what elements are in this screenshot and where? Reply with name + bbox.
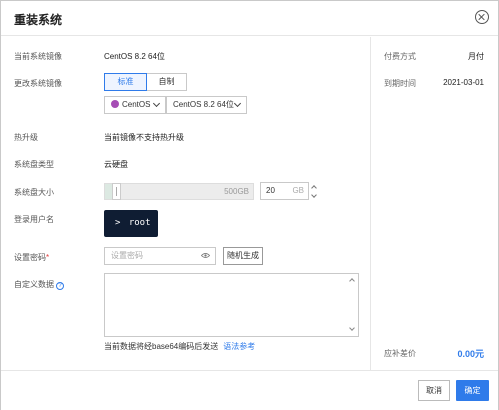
syntax-reference-link[interactable]: 语法参考 (223, 342, 255, 351)
current-image-label: 当前系统镜像 (14, 52, 62, 61)
userdata-label: 自定义数据? (14, 279, 64, 290)
chevron-down-icon[interactable] (349, 325, 355, 331)
dialog-header: 重装系统 (1, 1, 498, 36)
billing-label: 付费方式 (384, 52, 416, 61)
chevron-up-icon[interactable] (349, 278, 355, 284)
chevron-down-icon (233, 99, 242, 108)
slider-max-label: 500GB (224, 187, 249, 196)
login-user-value: root (128, 218, 151, 228)
os-select-value: CentOS (122, 100, 151, 109)
price-diff-value: 0.00元 (457, 349, 484, 359)
disk-size-unit: GB (292, 186, 304, 195)
confirm-button[interactable]: 确定 (456, 380, 489, 401)
expire-value: 2021-03-01 (443, 78, 484, 87)
reinstall-system-dialog: 重装系统 当前系统镜像 CentOS 8.2 64位 更改系统镜像 标准 自制 … (0, 0, 499, 410)
close-icon[interactable] (475, 10, 489, 24)
tab-standard-image[interactable]: 标准 (104, 73, 147, 91)
billing-value: 月付 (468, 52, 484, 61)
password-label-text: 设置密码 (14, 253, 46, 262)
eye-icon[interactable] (201, 252, 210, 259)
current-image-value: CentOS 8.2 64位 (104, 52, 165, 61)
slider-fill (105, 184, 112, 199)
tab-custom-image[interactable]: 自制 (146, 73, 187, 91)
os-select[interactable]: CentOS (104, 96, 166, 114)
userdata-label-text: 自定义数据 (14, 280, 54, 289)
disk-size-value: 20 (266, 186, 275, 195)
terminal-prompt-icon: > (115, 218, 121, 228)
disk-type-value: 云硬盘 (104, 160, 128, 169)
password-label: 设置密码* (14, 252, 49, 263)
help-icon[interactable]: ? (56, 282, 64, 290)
login-user-terminal: > root (104, 210, 158, 237)
slider-handle[interactable] (112, 183, 121, 200)
cancel-button[interactable]: 取消 (418, 380, 450, 401)
price-diff-label: 应补差价 (384, 349, 416, 358)
password-placeholder: 设置密码 (111, 251, 143, 260)
password-input[interactable]: 设置密码 (104, 247, 216, 265)
disk-size-input[interactable]: 20 GB (260, 182, 309, 200)
random-generate-button[interactable]: 随机生成 (223, 247, 263, 265)
login-user-label: 登录用户名 (14, 215, 54, 224)
userdata-hint: 当前数据将经base64编码后发送 语法参考 (104, 341, 255, 352)
disk-type-label: 系统盘类型 (14, 160, 54, 169)
hot-upgrade-label: 热升级 (14, 133, 38, 142)
expire-label: 到期时间 (384, 79, 416, 88)
disk-size-label: 系统盘大小 (14, 188, 54, 197)
version-select-value: CentOS 8.2 64位 (173, 100, 234, 109)
chevron-down-icon (152, 99, 161, 108)
chevron-up-icon[interactable] (311, 185, 317, 191)
userdata-textarea[interactable] (104, 273, 359, 337)
hot-upgrade-value: 当前镜像不支持热升级 (104, 133, 184, 142)
required-mark: * (46, 253, 50, 262)
userdata-hint-text: 当前数据将经base64编码后发送 (104, 342, 219, 351)
dialog-title: 重装系统 (14, 13, 63, 27)
disk-size-stepper[interactable] (310, 182, 320, 200)
chevron-down-icon[interactable] (311, 192, 317, 198)
version-select[interactable]: CentOS 8.2 64位 (166, 96, 247, 114)
centos-logo-icon (111, 100, 119, 108)
change-image-label: 更改系统镜像 (14, 79, 62, 88)
textarea-scrollbar[interactable] (348, 274, 357, 336)
disk-size-slider[interactable]: 500GB (104, 183, 254, 200)
